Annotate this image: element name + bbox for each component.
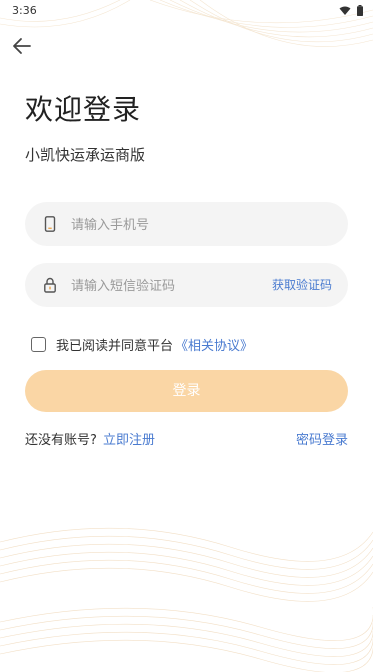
arrow-left-icon [13, 38, 31, 54]
phone-icon [44, 216, 56, 232]
agreement-row: 我已阅读并同意平台 《相关协议》 [31, 334, 253, 354]
register-link[interactable]: 立即注册 [103, 433, 155, 448]
sms-code-field[interactable]: 获取验证码 [25, 263, 348, 309]
status-bar: 3:36 [0, 0, 373, 22]
register-row: 还没有账号? 立即注册 [25, 429, 155, 448]
phone-input[interactable] [69, 202, 273, 248]
sms-code-input[interactable] [69, 263, 273, 309]
agreement-checkbox[interactable] [31, 336, 46, 352]
phone-field[interactable] [25, 202, 348, 248]
no-account-text: 还没有账号? [25, 433, 97, 448]
status-time: 3:36 [12, 4, 37, 17]
agreement-text: 我已阅读并同意平台 [56, 338, 174, 354]
page-subtitle: 小凯快运承运商版 [25, 146, 146, 164]
agreement-link[interactable]: 《相关协议》 [175, 335, 253, 354]
wifi-icon [339, 6, 351, 15]
battery-icon [357, 5, 363, 16]
page-title: 欢迎登录 [25, 93, 142, 126]
lock-icon [44, 277, 56, 293]
password-login-link[interactable]: 密码登录 [296, 429, 348, 448]
decorative-waves-bottom [0, 527, 373, 672]
back-button[interactable] [12, 37, 34, 55]
status-icons [339, 5, 363, 16]
login-button[interactable]: 登录 [25, 370, 348, 412]
get-code-button[interactable]: 获取验证码 [272, 263, 332, 307]
